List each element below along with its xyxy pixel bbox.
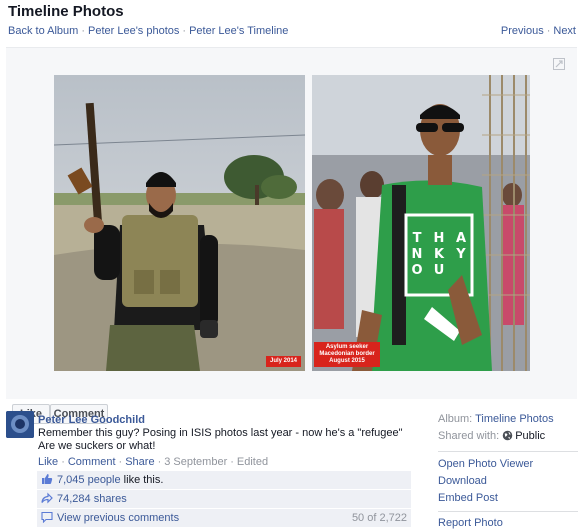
download-link[interactable]: Download	[438, 475, 578, 488]
soldier-image	[54, 75, 305, 371]
shirt-letter: K	[433, 247, 445, 262]
comment-bubble-icon	[41, 511, 53, 523]
next-link[interactable]: Next	[553, 25, 576, 37]
shirt-letter: A	[455, 231, 467, 246]
separator: ·	[157, 456, 162, 468]
expand-icon[interactable]	[553, 58, 565, 70]
shirt-letter: H	[433, 231, 445, 246]
privacy-row: Shared with: Public	[438, 430, 578, 443]
breadcrumb: Back to Album · Peter Lee's photos · Peter L…	[8, 25, 288, 37]
separator: ·	[182, 25, 187, 37]
edited-label[interactable]: Edited	[237, 456, 268, 468]
shirt-letter: Y	[456, 247, 466, 262]
shirt-letter: U	[433, 263, 445, 278]
photo-left-panel: July 2014	[54, 75, 305, 371]
separator: ·	[118, 456, 123, 468]
date-caption: July 2014	[266, 356, 301, 367]
user-timeline-link[interactable]: Peter Lee's Timeline	[189, 25, 288, 37]
comments-row: View previous comments 50 of 2,722	[37, 509, 411, 528]
post-text-line: Are we suckers or what!	[38, 440, 156, 452]
likes-suffix: like this.	[120, 474, 164, 486]
page-title: Timeline Photos	[8, 3, 124, 20]
caption-line: August 2015	[329, 358, 365, 364]
photo-navigation: Back to Album · Peter Lee's photos · Peter L…	[8, 25, 576, 39]
like-link[interactable]: Like	[38, 456, 58, 468]
post-date[interactable]: 3 September	[164, 456, 227, 468]
likes-row: 7,045 people like this.	[37, 471, 411, 490]
post-meta: Like · Comment · Share · 3 September · Edited	[38, 456, 268, 468]
sidebar-divider	[438, 511, 578, 512]
privacy-value[interactable]: Public	[515, 430, 545, 442]
back-to-album-link[interactable]: Back to Album	[8, 25, 78, 37]
photo-sidebar: Album: Timeline Photos Shared with: Publ…	[438, 413, 578, 530]
comment-count: 50 of 2,722	[351, 512, 407, 524]
post-text-line: Remember this guy? Posing in ISIS photos…	[38, 427, 403, 439]
user-photos-link[interactable]: Peter Lee's photos	[88, 25, 179, 37]
pager: Previous · Next	[501, 25, 576, 37]
post-author[interactable]: Peter Lee Goodchild	[38, 414, 410, 427]
album-link[interactable]: Timeline Photos	[475, 413, 553, 425]
shirt-letter: N	[411, 247, 423, 262]
comment-link[interactable]: Comment	[68, 456, 116, 468]
likes-count-link[interactable]: 7,045 people	[57, 474, 121, 486]
open-photo-viewer-link[interactable]: Open Photo Viewer	[438, 458, 578, 471]
share-link[interactable]: Share	[125, 456, 154, 468]
separator: ·	[61, 456, 65, 468]
separator: ·	[546, 25, 551, 37]
separator: ·	[81, 25, 85, 37]
view-previous-comments-link[interactable]: View previous comments	[57, 512, 179, 524]
shirt-letter: T	[412, 231, 422, 246]
previous-link[interactable]: Previous	[501, 25, 544, 37]
thumbs-up-icon	[42, 474, 53, 484]
report-photo-link[interactable]: Report Photo	[438, 517, 578, 530]
caption-line: Macedonian border	[319, 351, 375, 357]
globe-icon	[502, 430, 513, 441]
asylum-caption: Asylum seeker Macedonian border August 2…	[314, 342, 380, 367]
share-arrow-icon	[41, 492, 53, 504]
separator: ·	[230, 456, 234, 468]
photo-stage[interactable]: July 2014 T H A N K Y O U Asylum seeker …	[6, 47, 577, 399]
shares-row: 74,284 shares	[37, 490, 411, 509]
avatar-image	[6, 411, 34, 438]
feedback-box: 7,045 people like this. 74,284 shares Vi…	[37, 471, 411, 528]
album-label: Album:	[438, 413, 473, 425]
post-content: Peter Lee Goodchild Remember this guy? P…	[38, 414, 410, 453]
shirt-print: T H A N K Y O U	[406, 215, 472, 295]
caption-line: Asylum seeker	[325, 344, 369, 350]
photo-right-panel: T H A N K Y O U Asylum seeker Macedonian…	[312, 75, 530, 371]
shared-with-label: Shared with:	[438, 430, 500, 442]
embed-post-link[interactable]: Embed Post	[438, 492, 578, 505]
shirt-letter: O	[411, 263, 423, 278]
shares-count-link[interactable]: 74,284 shares	[57, 493, 127, 505]
album-row: Album: Timeline Photos	[438, 413, 578, 426]
avatar[interactable]	[6, 411, 34, 438]
sidebar-divider	[438, 451, 578, 452]
